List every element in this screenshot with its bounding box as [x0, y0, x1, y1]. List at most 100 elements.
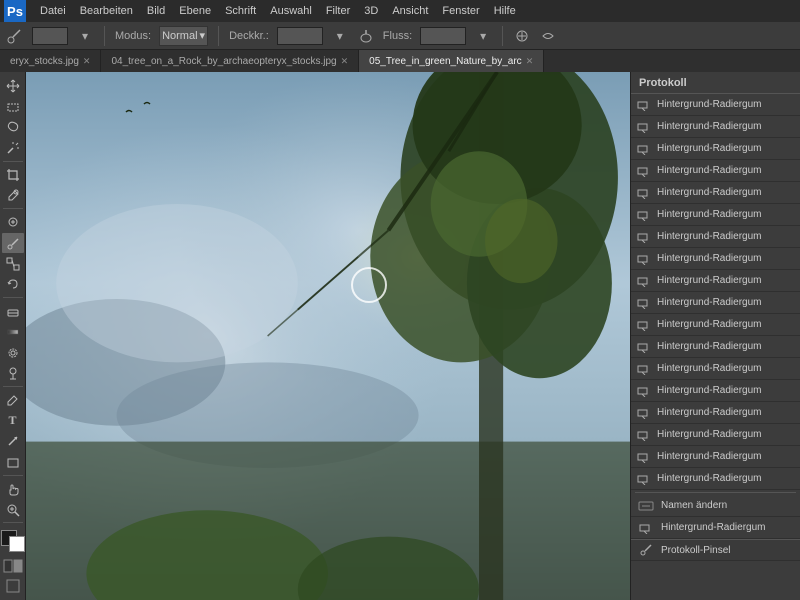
type-icon-text: T — [8, 413, 16, 428]
separator-3 — [502, 26, 503, 46]
proto-item-5[interactable]: Hintergrund-Radiergum — [631, 204, 800, 226]
tool-sep-5 — [3, 475, 23, 476]
proto-icon-12 — [635, 362, 653, 376]
modus-dropdown[interactable]: Normal ▾ — [159, 26, 208, 46]
tool-sep-1 — [3, 161, 23, 162]
protokoll-pinsel-icon — [637, 543, 655, 557]
menu-auswahl[interactable]: Auswahl — [264, 3, 318, 19]
proto-item-2[interactable]: Hintergrund-Radiergum — [631, 138, 800, 160]
extra-btn-2[interactable] — [539, 27, 557, 45]
proto-item-6[interactable]: Hintergrund-Radiergum — [631, 226, 800, 248]
proto-item-0[interactable]: Hintergrund-Radiergum — [631, 94, 800, 116]
proto-item-14[interactable]: Hintergrund-Radiergum — [631, 402, 800, 424]
tool-dodge[interactable] — [2, 363, 24, 383]
tab-file2-close[interactable]: ✕ — [341, 56, 349, 67]
proto-icon-5 — [635, 208, 653, 222]
proto-item-11[interactable]: Hintergrund-Radiergum — [631, 336, 800, 358]
modus-value: Normal — [162, 30, 197, 42]
proto-label-0: Hintergrund-Radiergum — [657, 99, 796, 110]
protokoll-list[interactable]: Hintergrund-Radiergum Hintergrund-Radier… — [631, 94, 800, 600]
tool-hand[interactable] — [2, 479, 24, 499]
tool-eyedropper[interactable] — [2, 186, 24, 206]
menu-bild[interactable]: Bild — [141, 3, 171, 19]
deckkraft-input[interactable]: 100% — [277, 27, 323, 45]
fluss-arrow[interactable]: ▾ — [474, 27, 492, 45]
proto-item-9[interactable]: Hintergrund-Radiergum — [631, 292, 800, 314]
tool-sep-6 — [3, 522, 23, 523]
screen-mode-icon[interactable] — [6, 579, 20, 596]
proto-label-6: Hintergrund-Radiergum — [657, 231, 796, 242]
canvas-area[interactable] — [26, 72, 630, 600]
proto-separator — [635, 492, 796, 493]
proto-item-10[interactable]: Hintergrund-Radiergum — [631, 314, 800, 336]
proto-namen-aendern[interactable]: Namen ändern — [631, 495, 800, 517]
tool-sep-3 — [3, 297, 23, 298]
protokoll-header: Protokoll — [631, 72, 800, 94]
tool-zoom[interactable] — [2, 500, 24, 520]
tool-clone-stamp[interactable] — [2, 254, 24, 274]
proto-label-11: Hintergrund-Radiergum — [657, 341, 796, 352]
proto-item-15[interactable]: Hintergrund-Radiergum — [631, 424, 800, 446]
proto-icon-9 — [635, 296, 653, 310]
tool-pen[interactable] — [2, 390, 24, 410]
menu-datei[interactable]: Datei — [34, 3, 72, 19]
tool-shape[interactable] — [2, 452, 24, 472]
protokoll-pinsel-item[interactable]: Protokoll-Pinsel — [631, 539, 800, 561]
brush-picker-icon[interactable]: ▾ — [76, 27, 94, 45]
proto-item-4[interactable]: Hintergrund-Radiergum — [631, 182, 800, 204]
tool-eraser[interactable] — [2, 301, 24, 321]
proto-label-2: Hintergrund-Radiergum — [657, 143, 796, 154]
proto-last-item[interactable]: Hintergrund-Radiergum — [631, 517, 800, 539]
protokoll-title: Protokoll — [639, 77, 687, 89]
proto-item-12[interactable]: Hintergrund-Radiergum — [631, 358, 800, 380]
menu-filter[interactable]: Filter — [320, 3, 356, 19]
tab-file2[interactable]: 04_tree_on_a_Rock_by_archaeopteryx_stock… — [101, 50, 359, 72]
tool-crop[interactable] — [2, 165, 24, 185]
extra-btn-1[interactable] — [513, 27, 531, 45]
menu-ansicht[interactable]: Ansicht — [386, 3, 434, 19]
proto-label-9: Hintergrund-Radiergum — [657, 297, 796, 308]
tool-brush[interactable] — [2, 233, 24, 253]
tab-file3-close[interactable]: ✕ — [526, 56, 534, 67]
proto-icon-11 — [635, 340, 653, 354]
brush-size-input[interactable]: 85 — [32, 27, 68, 45]
proto-icon-17 — [635, 472, 653, 486]
menu-hilfe[interactable]: Hilfe — [488, 3, 522, 19]
background-color[interactable] — [9, 536, 25, 552]
menu-bearbeiten[interactable]: Bearbeiten — [74, 3, 139, 19]
tool-path-select[interactable] — [2, 432, 24, 452]
tool-gradient[interactable] — [2, 322, 24, 342]
tab-file1[interactable]: eryx_stocks.jpg ✕ — [0, 50, 101, 72]
tab-file3[interactable]: 05_Tree_in_green_Nature_by_arc ✕ — [359, 50, 544, 72]
modus-arrow: ▾ — [200, 29, 206, 42]
proto-icon-1 — [635, 120, 653, 134]
deckkraft-arrow[interactable]: ▾ — [331, 27, 349, 45]
quick-mask-icon[interactable] — [3, 559, 23, 576]
tool-lasso[interactable] — [2, 118, 24, 138]
tool-magic-wand[interactable] — [2, 138, 24, 158]
proto-icon-4 — [635, 186, 653, 200]
menu-schrift[interactable]: Schrift — [219, 3, 262, 19]
tool-spot-heal[interactable] — [2, 212, 24, 232]
menu-fenster[interactable]: Fenster — [436, 3, 485, 19]
proto-item-8[interactable]: Hintergrund-Radiergum — [631, 270, 800, 292]
menu-ebene[interactable]: Ebene — [173, 3, 217, 19]
proto-item-16[interactable]: Hintergrund-Radiergum — [631, 446, 800, 468]
proto-item-7[interactable]: Hintergrund-Radiergum — [631, 248, 800, 270]
tab-file1-close[interactable]: ✕ — [83, 56, 91, 67]
tool-blur[interactable] — [2, 343, 24, 363]
proto-item-17[interactable]: Hintergrund-Radiergum — [631, 468, 800, 490]
proto-icon-15 — [635, 428, 653, 442]
tool-move[interactable] — [2, 76, 24, 96]
proto-rename-icon — [637, 499, 655, 513]
menu-3d[interactable]: 3D — [358, 3, 384, 19]
tool-type[interactable]: T — [2, 411, 24, 431]
airbrush-icon[interactable] — [357, 27, 375, 45]
proto-icon-8 — [635, 274, 653, 288]
tool-history-brush[interactable] — [2, 275, 24, 295]
proto-item-3[interactable]: Hintergrund-Radiergum — [631, 160, 800, 182]
proto-item-13[interactable]: Hintergrund-Radiergum — [631, 380, 800, 402]
tool-selection[interactable] — [2, 97, 24, 117]
fluss-input[interactable]: 100% — [420, 27, 466, 45]
proto-item-1[interactable]: Hintergrund-Radiergum — [631, 116, 800, 138]
